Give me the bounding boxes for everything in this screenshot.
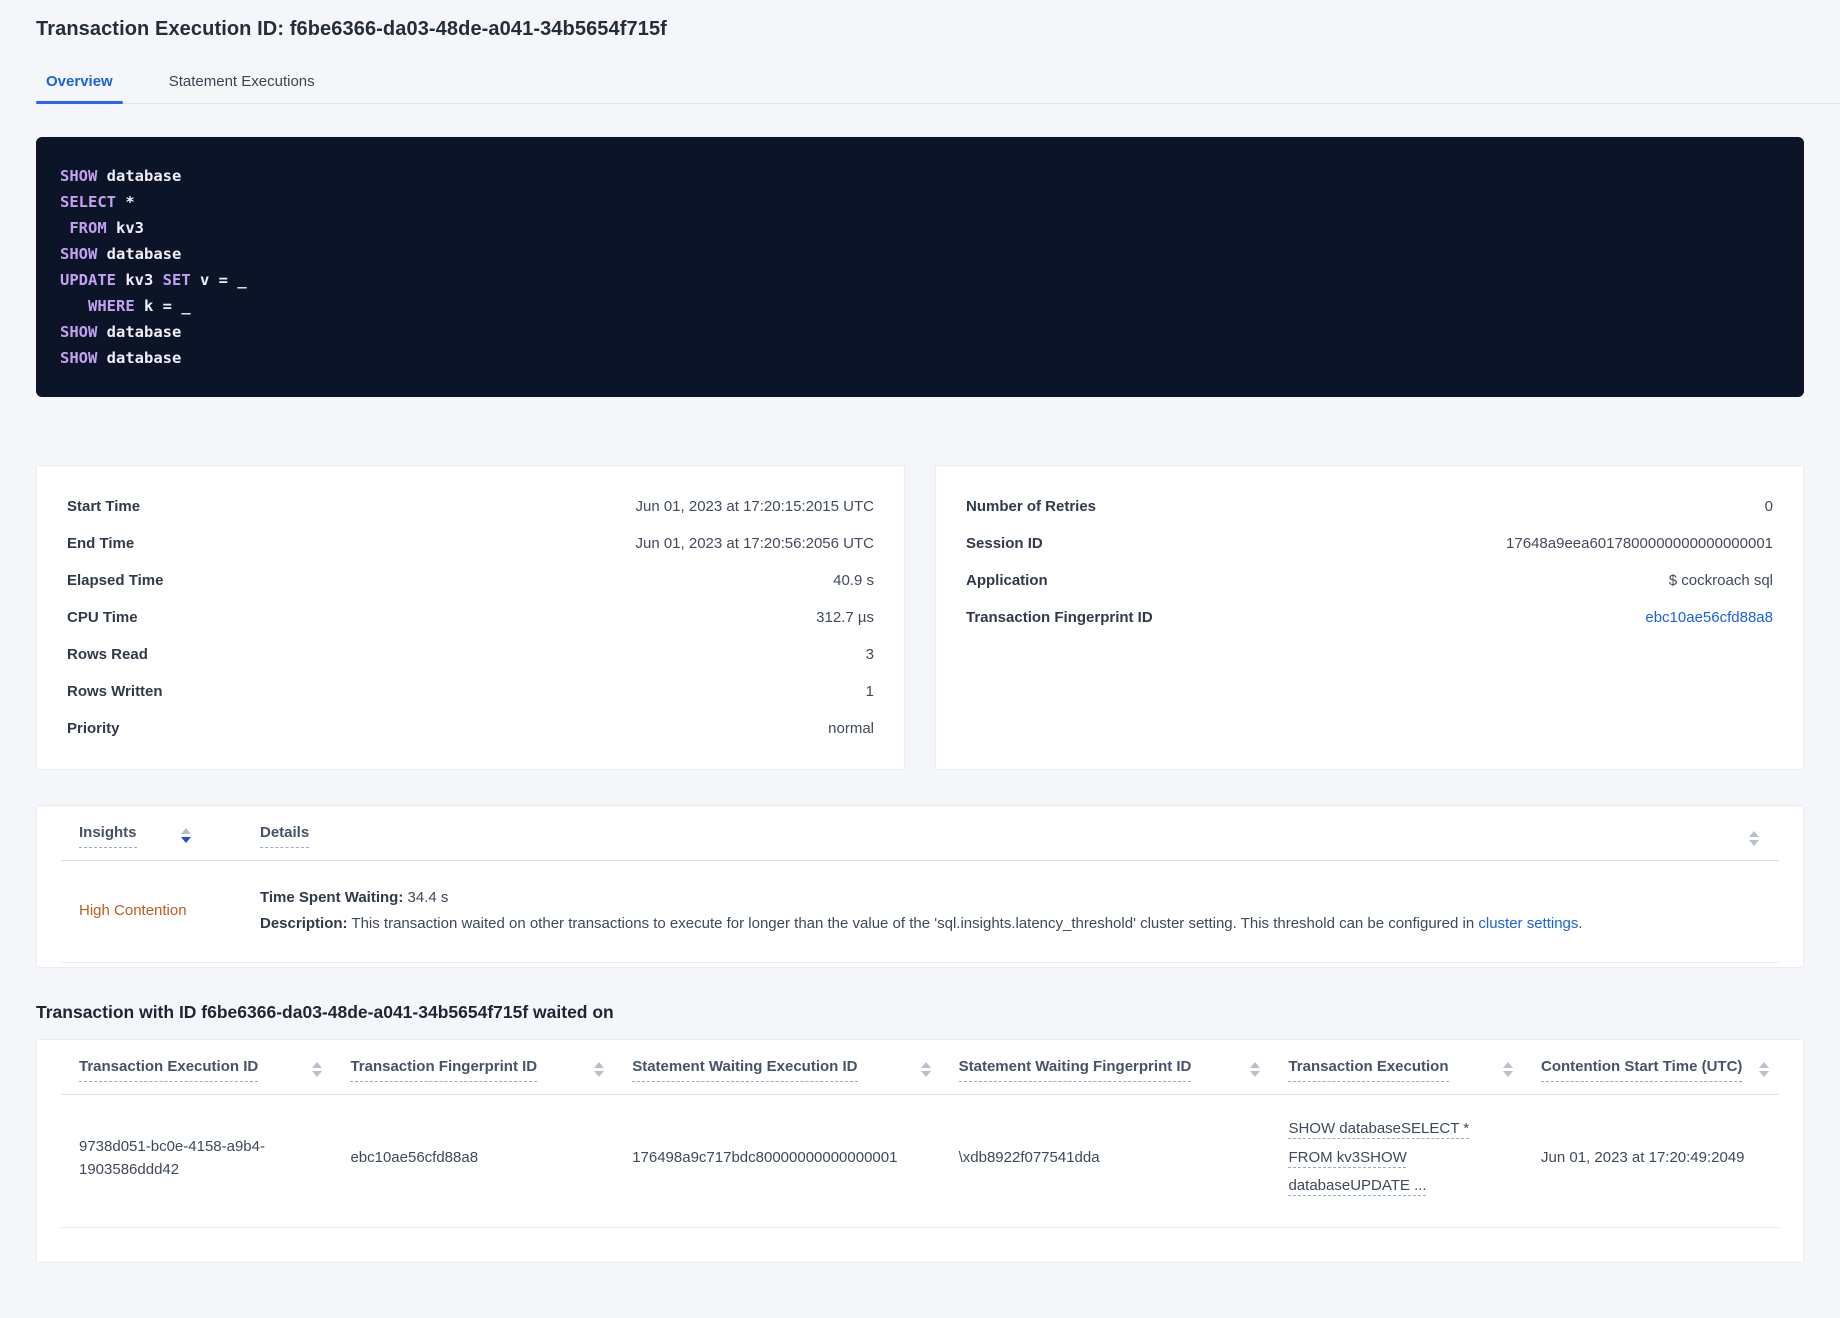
details-column-label[interactable]: Details — [260, 824, 310, 848]
summary-row: Number of Retries 0 — [966, 488, 1773, 525]
description-period: . — [1578, 914, 1583, 932]
page-title: Transaction Execution ID: f6be6366-da03-… — [36, 18, 667, 40]
column-header-statement-waiting-fingerprint-id: Statement Waiting Fingerprint ID — [941, 1058, 1271, 1082]
cell-contention-start-time: Jun 01, 2023 at 17:20:49:2049 — [1541, 1149, 1745, 1167]
session-summary-card: Number of Retries 0 Session ID 17648a9eea6… — [935, 465, 1804, 770]
sql-code: SHOW database SELECT * FROM kv3 SHOW datab… — [60, 167, 247, 367]
cell-statement-waiting-execution-id: 176498a9c717bdc80000000000000001 — [632, 1149, 898, 1167]
waited-on-table-card: Transaction Execution ID Transaction Fin… — [36, 1039, 1804, 1263]
cluster-settings-link[interactable]: cluster settings — [1478, 915, 1578, 932]
description-text: This transaction waited on other transac… — [347, 914, 1479, 932]
sort-icon[interactable] — [1759, 1062, 1769, 1077]
sort-icon[interactable] — [180, 828, 191, 848]
summary-row: Rows Read 3 — [67, 636, 874, 673]
cpu-time-label: CPU Time — [67, 609, 138, 626]
summary-row: Priority normal — [67, 710, 874, 747]
summary-row: Application $ cockroach sql — [966, 562, 1773, 599]
end-time-label: End Time — [67, 535, 135, 552]
column-label[interactable]: Statement Waiting Fingerprint ID — [958, 1058, 1192, 1082]
cell-transaction-execution-id: 9738d051-bc0e-4158-a9b4-1903586ddd42 — [79, 1137, 265, 1178]
column-label[interactable]: Contention Start Time (UTC) — [1541, 1058, 1743, 1082]
insight-details: Time Spent Waiting: 34.4 s Description: … — [242, 885, 1749, 936]
insight-row: High Contention Time Spent Waiting: 34.4… — [61, 861, 1779, 963]
application-value: $ cockroach sql — [1668, 572, 1773, 589]
session-id-value: 17648a9eea6017800000000000000001 — [1506, 535, 1773, 552]
waited-on-header-row: Transaction Execution ID Transaction Fin… — [61, 1058, 1779, 1095]
application-label: Application — [966, 572, 1048, 589]
transaction-fingerprint-link[interactable]: ebc10ae56cfd88a8 — [1645, 609, 1773, 626]
time-spent-waiting: Time Spent Waiting: 34.4 s — [260, 885, 1749, 911]
rows-read-value: 3 — [865, 646, 874, 663]
insight-description: Description: This transaction waited on … — [260, 911, 1749, 937]
summary-row: Transaction Fingerprint ID ebc10ae56cfd88… — [966, 599, 1773, 636]
priority-value: normal — [828, 720, 874, 737]
summary-row: Session ID 17648a9eea60178000000000000000… — [966, 525, 1773, 562]
summary-row: End Time Jun 01, 2023 at 17:20:56:2056 UT… — [67, 525, 874, 562]
rows-written-label: Rows Written — [67, 683, 163, 700]
column-header-transaction-execution-id: Transaction Execution ID — [61, 1058, 332, 1082]
column-label[interactable]: Transaction Fingerprint ID — [350, 1058, 538, 1082]
waited-on-heading: Transaction with ID f6be6366-da03-48de-a… — [36, 1002, 614, 1022]
sort-icon[interactable] — [920, 1062, 931, 1077]
sort-icon[interactable] — [312, 1062, 323, 1077]
summary-row: CPU Time 312.7 µs — [67, 599, 874, 636]
insights-table-card: Insights Details High Contention Time Sp… — [36, 805, 1804, 968]
end-time-value: Jun 01, 2023 at 17:20:56:2056 UTC — [635, 535, 874, 552]
column-header-transaction-fingerprint-id: Transaction Fingerprint ID — [332, 1058, 614, 1082]
summary-row: Rows Written 1 — [67, 673, 874, 710]
sort-icon[interactable] — [1749, 831, 1759, 846]
table-row: 9738d051-bc0e-4158-a9b4-1903586ddd42 ebc… — [61, 1095, 1779, 1228]
elapsed-time-label: Elapsed Time — [67, 572, 164, 589]
transaction-details-page: Transaction Execution ID: f6be6366-da03-… — [0, 0, 1840, 1263]
transaction-fingerprint-label: Transaction Fingerprint ID — [966, 609, 1153, 626]
insight-type-badge: High Contention — [79, 902, 187, 919]
insights-column-header: Insights — [61, 824, 242, 848]
table-sort-header — [1749, 824, 1779, 846]
sort-icon[interactable] — [594, 1062, 605, 1077]
tab-overview[interactable]: Overview — [36, 63, 123, 104]
start-time-value: Jun 01, 2023 at 17:20:15:2015 UTC — [635, 498, 874, 515]
insights-header-row: Insights Details — [61, 824, 1779, 861]
column-header-transaction-execution: Transaction Execution — [1270, 1058, 1523, 1082]
insights-column-label[interactable]: Insights — [79, 824, 137, 848]
cell-statement-waiting-fingerprint-id: \xdb8922f077541dda — [958, 1149, 1100, 1167]
column-label[interactable]: Statement Waiting Execution ID — [632, 1058, 858, 1082]
sort-icon[interactable] — [1503, 1062, 1514, 1077]
cpu-time-value: 312.7 µs — [816, 609, 874, 626]
start-time-label: Start Time — [67, 498, 141, 515]
column-header-statement-waiting-execution-id: Statement Waiting Execution ID — [614, 1058, 940, 1082]
description-label: Description: — [260, 914, 348, 932]
time-spent-waiting-label: Time Spent Waiting: — [260, 889, 404, 906]
session-id-label: Session ID — [966, 535, 1043, 552]
retries-label: Number of Retries — [966, 498, 1097, 515]
cell-transaction-execution: SHOW databaseSELECT * FROM kv3SHOW datab… — [1270, 1115, 1523, 1201]
tab-statement-executions[interactable]: Statement Executions — [159, 63, 325, 103]
rows-written-value: 1 — [865, 683, 874, 700]
priority-label: Priority — [67, 720, 120, 737]
sql-statements-box: SHOW database SELECT * FROM kv3 SHOW datab… — [36, 137, 1804, 397]
summary-cards: Start Time Jun 01, 2023 at 17:20:15:2015 … — [36, 465, 1804, 770]
column-header-contention-start-time: Contention Start Time (UTC) — [1523, 1058, 1779, 1082]
summary-row: Start Time Jun 01, 2023 at 17:20:15:2015 … — [67, 488, 874, 525]
tab-bar: Overview Statement Executions — [36, 63, 1840, 104]
details-column-header: Details — [242, 824, 1749, 848]
sort-icon[interactable] — [1250, 1062, 1261, 1077]
summary-row: Elapsed Time 40.9 s — [67, 562, 874, 599]
elapsed-time-value: 40.9 s — [833, 572, 874, 589]
transaction-execution-link[interactable]: SHOW databaseSELECT * FROM kv3SHOW datab… — [1288, 1120, 1469, 1194]
column-label[interactable]: Transaction Execution — [1288, 1058, 1449, 1082]
execution-summary-card: Start Time Jun 01, 2023 at 17:20:15:2015 … — [36, 465, 905, 770]
time-spent-waiting-value: 34.4 s — [407, 889, 449, 906]
rows-read-label: Rows Read — [67, 646, 148, 663]
cell-transaction-fingerprint-id: ebc10ae56cfd88a8 — [350, 1149, 479, 1167]
column-label[interactable]: Transaction Execution ID — [79, 1058, 259, 1082]
retries-value: 0 — [1764, 498, 1773, 515]
